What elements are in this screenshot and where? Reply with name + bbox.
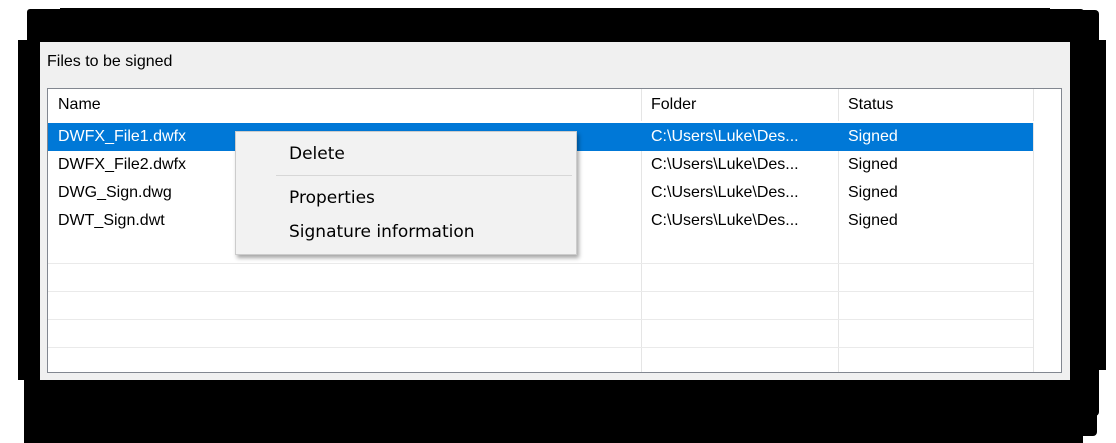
cell-folder: C:\Users\Luke\Des... xyxy=(651,128,799,145)
grid-line xyxy=(48,263,1033,264)
grid-line xyxy=(48,291,1033,292)
column-divider[interactable] xyxy=(1033,89,1034,121)
cell-folder: C:\Users\Luke\Des... xyxy=(651,184,799,201)
column-header-status[interactable]: Status xyxy=(838,89,1034,121)
grid-line xyxy=(48,319,1033,320)
context-menu: Delete Properties Signature information xyxy=(235,131,577,255)
menu-item-signature-information[interactable]: Signature information xyxy=(237,218,573,246)
cell-status: Signed xyxy=(848,128,898,145)
menu-separator xyxy=(276,175,572,176)
cell-folder: C:\Users\Luke\Des... xyxy=(651,156,799,173)
column-header-name[interactable]: Name xyxy=(48,89,641,121)
cell-status: Signed xyxy=(848,156,898,173)
cell-status: Signed xyxy=(848,184,898,201)
cell-folder: C:\Users\Luke\Des... xyxy=(651,212,799,229)
group-label: Files to be signed xyxy=(47,53,173,70)
grid-line xyxy=(48,347,1033,348)
menu-item-properties[interactable]: Properties xyxy=(237,184,573,212)
listview-header: Name Folder Status xyxy=(48,89,1061,121)
menu-item-delete[interactable]: Delete xyxy=(237,140,573,168)
column-header-folder[interactable]: Folder xyxy=(641,89,838,121)
cell-status: Signed xyxy=(848,212,898,229)
